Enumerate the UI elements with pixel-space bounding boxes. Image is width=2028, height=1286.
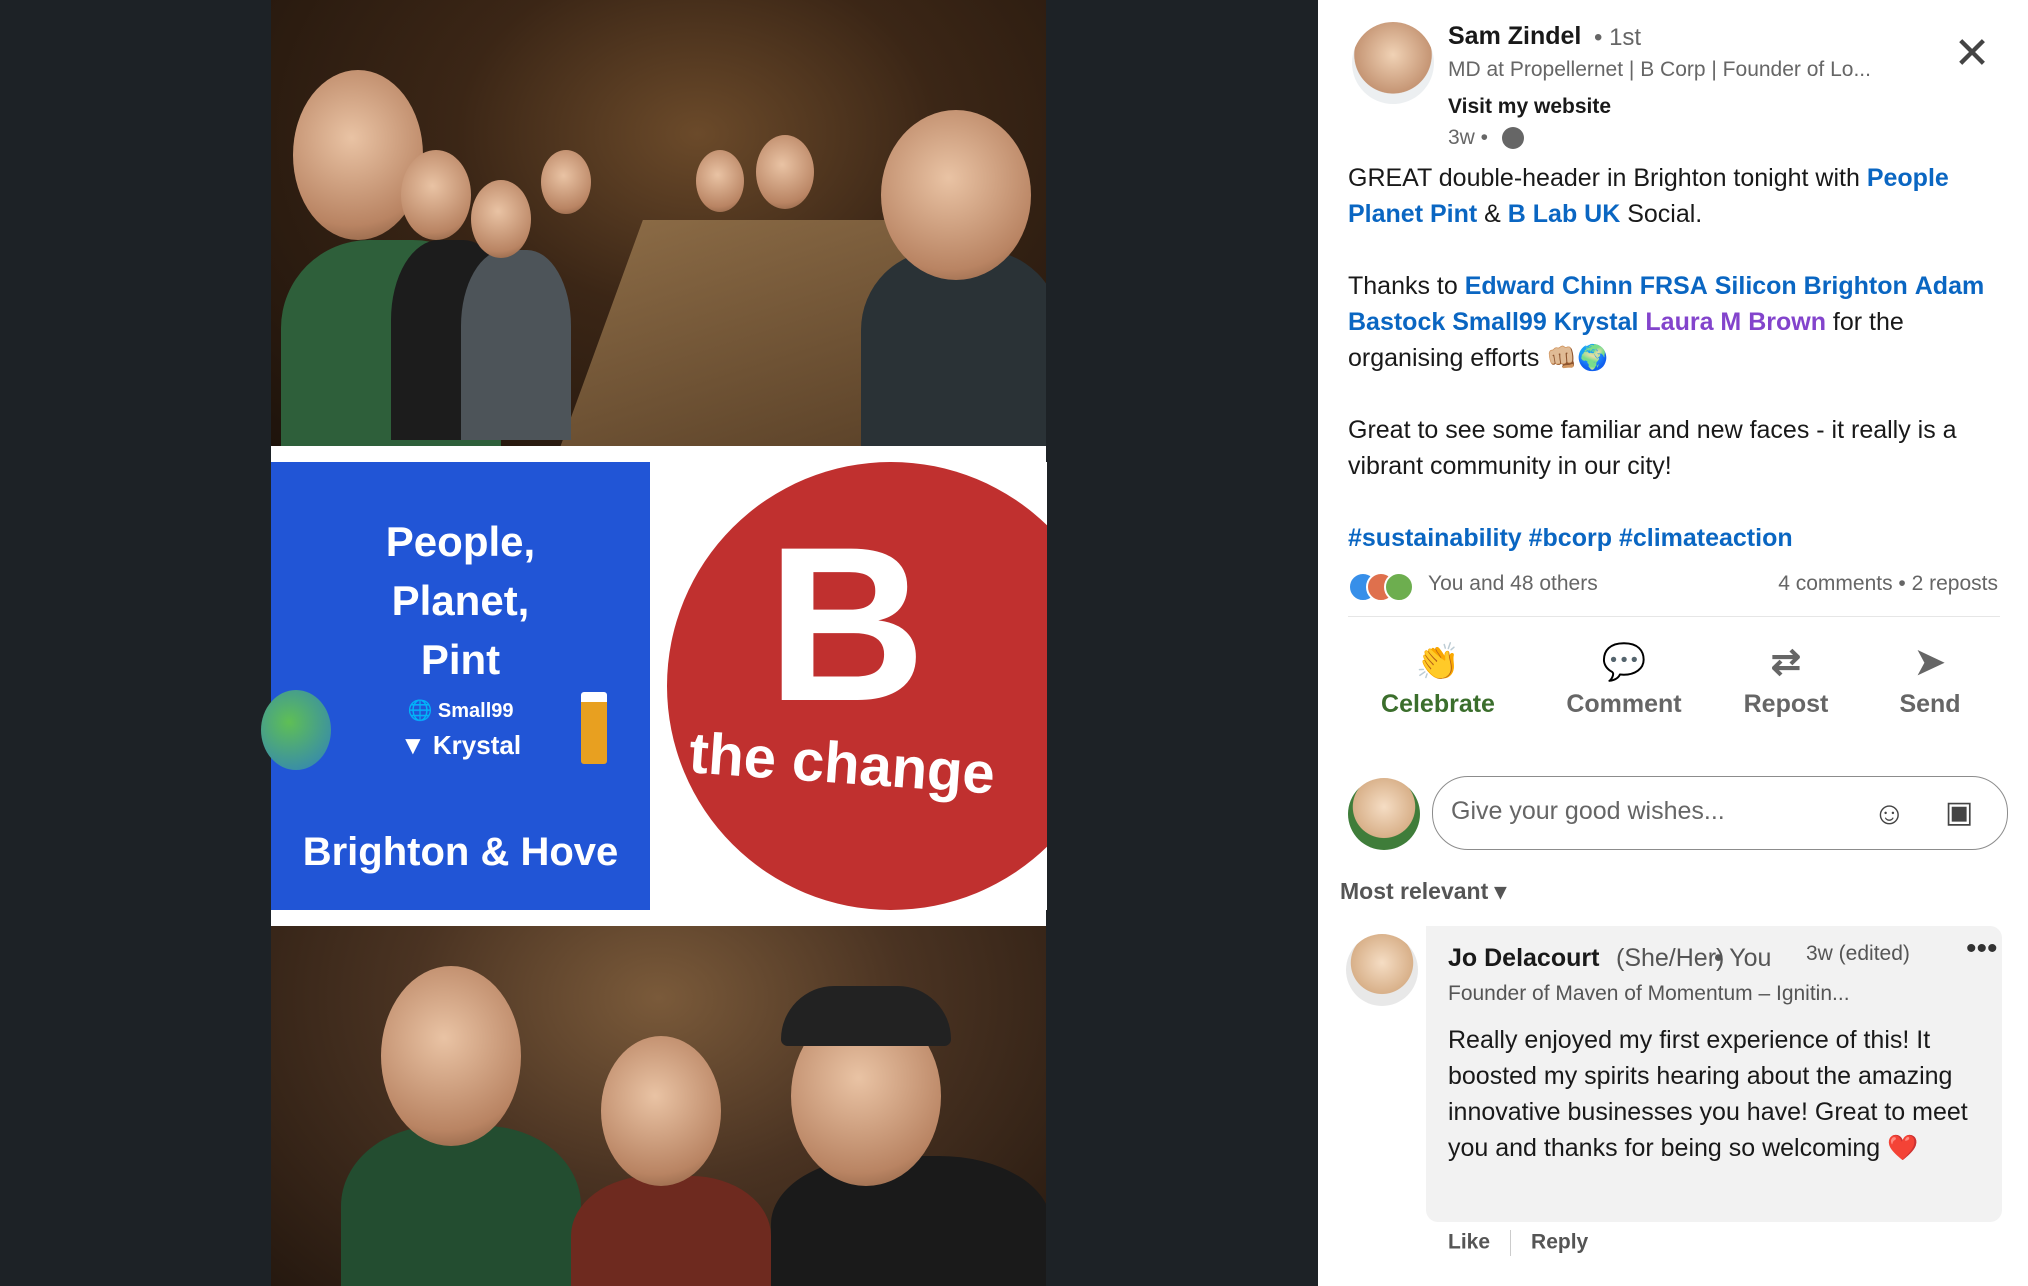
celebrate-label: Celebrate	[1381, 690, 1495, 718]
commenter-headline: Founder of Maven of Momentum – Ignitin..…	[1448, 982, 1850, 1005]
repost-label: Repost	[1743, 690, 1829, 718]
author-avatar[interactable]	[1352, 22, 1434, 104]
mention-link[interactable]: Small99	[1452, 308, 1547, 336]
sort-dropdown[interactable]: Most relevant ▾	[1340, 878, 1506, 905]
commenter-avatar[interactable]	[1346, 934, 1418, 1006]
commenter-name[interactable]: Jo Delacourt	[1448, 944, 1599, 973]
person-face	[471, 180, 531, 258]
image-icon[interactable]: ▣	[1945, 795, 1973, 830]
visit-website-link[interactable]: Visit my website	[1448, 95, 1611, 119]
action-bar: 👏 Celebrate 💬 Comment ⇄ Repost ➤ Send	[1348, 640, 2008, 730]
reactions-count[interactable]: You and 48 others	[1428, 572, 1598, 596]
author-name[interactable]: Sam Zindel	[1448, 22, 1581, 51]
hashtag-link[interactable]: #bcorp	[1529, 524, 1612, 552]
globe-icon	[1502, 127, 1524, 149]
send-button[interactable]: ➤ Send	[1880, 640, 1980, 719]
post-text: &	[1477, 200, 1508, 228]
post-detail-panel: Sam Zindel • 1st MD at Propellernet | B …	[1318, 0, 2028, 1286]
repost-button[interactable]: ⇄ Repost	[1726, 640, 1846, 719]
cap	[781, 986, 951, 1046]
ppp-title-line: Pint	[420, 636, 501, 683]
comment-time: 3w (edited)	[1806, 942, 1910, 965]
person-face	[381, 966, 521, 1146]
my-avatar	[1348, 778, 1420, 850]
person-face	[601, 1036, 721, 1186]
logo-collage: People, Planet, Pint 🌐 Small99 ▼ Krystal…	[261, 446, 1047, 926]
social-counts: You and 48 others 4 comments • 2 reposts	[1348, 570, 1998, 602]
commenter-pronouns: (She/Her)	[1616, 944, 1725, 972]
more-options-icon[interactable]: •••	[1966, 932, 1998, 966]
post-body: GREAT double-header in Brighton tonight …	[1348, 160, 2003, 556]
ppp-title-line: People,	[385, 518, 536, 565]
person	[341, 1126, 581, 1286]
b-the-change-logo: B the change	[667, 462, 1047, 910]
comments-reposts-count[interactable]: 4 comments • 2 reposts	[1778, 572, 1998, 596]
send-label: Send	[1899, 690, 1961, 718]
divider	[1510, 1230, 1512, 1256]
people-planet-pint-logo: People, Planet, Pint 🌐 Small99 ▼ Krystal…	[261, 462, 650, 910]
mention-link[interactable]: Laura M Brown	[1645, 308, 1826, 336]
group-photo-bottom	[271, 926, 1046, 1286]
post-media: People, Planet, Pint 🌐 Small99 ▼ Krystal…	[0, 0, 1318, 1286]
repost-icon: ⇄	[1770, 641, 1802, 682]
close-icon[interactable]: ✕	[1952, 32, 1992, 76]
person	[461, 250, 571, 440]
ppp-city: Brighton & Hove	[302, 830, 619, 874]
person-face	[881, 110, 1031, 280]
post-text: Thanks to	[1348, 272, 1465, 300]
post-text: GREAT double-header in Brighton tonight …	[1348, 164, 1867, 192]
post-time: 3w •	[1448, 126, 1489, 149]
celebrate-button[interactable]: 👏 Celebrate	[1368, 640, 1508, 719]
comment-like-button[interactable]: Like	[1448, 1231, 1490, 1254]
post-paragraph: Thanks to Edward Chinn FRSA Silicon Brig…	[1348, 268, 2003, 376]
beer-icon	[581, 692, 607, 764]
comment-composer: Give your good wishes... ☺ ▣	[1348, 776, 2008, 850]
hashtags: #sustainability #bcorp #climateaction	[1348, 520, 2003, 556]
celebrate-icon: 👏	[1415, 641, 1461, 682]
person-face	[756, 135, 814, 209]
ppp-title-line: Planet,	[391, 577, 530, 624]
comment-bubble: Jo Delacourt (She/Her) • You 3w (edited)…	[1426, 926, 2002, 1222]
send-icon: ➤	[1914, 641, 1946, 682]
person	[771, 1156, 1046, 1286]
comment-button[interactable]: 💬 Comment	[1554, 640, 1694, 719]
ppp-title: People, Planet, Pint	[271, 512, 650, 689]
small99-label: Small99	[437, 700, 514, 722]
person-face	[541, 150, 591, 214]
mention-link[interactable]: B Lab UK	[1508, 200, 1621, 228]
mention-link[interactable]: Silicon Brighton	[1715, 272, 1908, 300]
comment-actions: Like Reply	[1448, 1230, 1588, 1256]
post-paragraph: Great to see some familiar and new faces…	[1348, 416, 1957, 480]
mention-link[interactable]: Edward Chinn FRSA	[1465, 272, 1708, 300]
post-text: Social.	[1620, 200, 1703, 228]
emoji-icon[interactable]: ☺	[1873, 795, 1906, 832]
post-paragraph: GREAT double-header in Brighton tonight …	[1348, 160, 2003, 232]
author-headline: MD at Propellernet | B Corp | Founder of…	[1448, 58, 1871, 81]
hashtag-link[interactable]: #sustainability	[1348, 524, 1522, 552]
person-face	[401, 150, 471, 240]
comment-placeholder: Give your good wishes...	[1451, 797, 1725, 825]
person-face	[696, 150, 744, 212]
comment-label: Comment	[1566, 690, 1682, 718]
comment-reply-button[interactable]: Reply	[1531, 1231, 1588, 1254]
person	[571, 1176, 771, 1286]
krystal-label: Krystal	[432, 730, 522, 760]
commenter-you-badge: • You	[1714, 944, 1772, 972]
reaction-icons[interactable]	[1348, 572, 1424, 602]
comment-text: Really enjoyed my first experience of th…	[1448, 1026, 1968, 1162]
comment-input[interactable]: Give your good wishes... ☺ ▣	[1432, 776, 2008, 850]
hashtag-link[interactable]: #climateaction	[1619, 524, 1793, 552]
group-photo-top	[271, 0, 1046, 446]
celebrate-reaction-icon	[1384, 572, 1414, 602]
bcorp-letter: B	[767, 501, 926, 747]
comment-icon: 💬	[1601, 641, 1647, 682]
divider	[1348, 616, 2000, 617]
mention-link[interactable]: Krystal	[1554, 308, 1639, 336]
connection-degree: • 1st	[1594, 24, 1642, 51]
